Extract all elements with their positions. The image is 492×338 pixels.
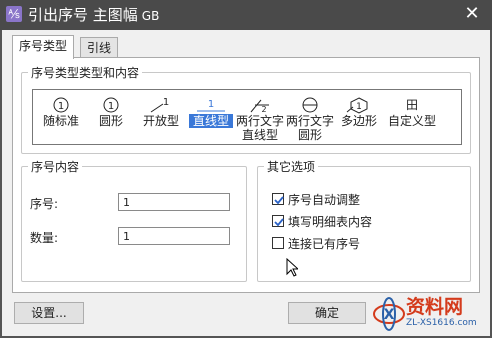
watermark-logo-icon: X bbox=[373, 297, 405, 331]
type-option-label: 随标准 bbox=[42, 114, 79, 128]
serial-number-input[interactable]: 1 bbox=[118, 193, 230, 211]
checkbox-checked-icon bbox=[272, 215, 284, 227]
type-option-line[interactable]: 1 直线型 bbox=[189, 90, 233, 144]
type-option-label: 自定义型 bbox=[387, 114, 436, 128]
watermark-url: ZL-XS1616.com bbox=[406, 318, 477, 328]
type-option-custom[interactable]: 田 自定义型 bbox=[385, 90, 439, 144]
mouse-cursor-icon bbox=[286, 258, 298, 277]
type-option-two-line[interactable]: 2 两行文字 直线型 bbox=[235, 90, 285, 144]
window-title-standard: GB bbox=[141, 9, 160, 23]
serial-type-list: 1 随标准 1 圆形 1 开放型 1 直线型 2 两行文字 直线型 两行文字 圆… bbox=[32, 89, 462, 145]
app-icon: ⅍ bbox=[6, 6, 22, 22]
window-title: 引出序号 主图幅 GB bbox=[28, 5, 159, 26]
svg-text:1: 1 bbox=[58, 101, 64, 112]
type-option-polygon[interactable]: 1 多边形 bbox=[339, 90, 379, 144]
serial-content-group: 序号内容 序号: 1 数量: 1 bbox=[21, 158, 247, 282]
type-option-label: 两行文字 bbox=[235, 114, 284, 128]
circle-symbol-icon: 1 bbox=[53, 97, 69, 113]
type-option-label-2: 直线型 bbox=[241, 128, 278, 142]
checkbox-unchecked-icon bbox=[272, 237, 284, 249]
underline-symbol-icon: 1 bbox=[197, 99, 225, 112]
quantity-input[interactable]: 1 bbox=[118, 227, 230, 245]
serial-type-group: 序号类型类型和内容 1 随标准 1 圆形 1 开放型 1 直线型 2 两行文字 … bbox=[21, 64, 471, 154]
connect-existing-label: 连接已有序号 bbox=[288, 237, 361, 251]
type-option-label-2: 圆形 bbox=[297, 128, 322, 142]
window-title-text: 引出序号 主图幅 bbox=[28, 6, 138, 24]
other-options-group-title: 其它选项 bbox=[264, 158, 319, 175]
settings-button[interactable]: 设置... bbox=[14, 302, 84, 324]
watermark: X 资料网 ZL-XS1616.com bbox=[370, 290, 490, 336]
quantity-label: 数量: bbox=[30, 231, 59, 245]
checkbox-checked-icon bbox=[272, 193, 284, 205]
svg-text:X: X bbox=[384, 307, 395, 323]
type-option-circle[interactable]: 1 圆形 bbox=[93, 90, 129, 144]
dialog-client: 序号类型 引线 序号类型类型和内容 1 随标准 1 圆形 1 开放型 1 直线型… bbox=[2, 30, 490, 336]
tab-leader-label: 引线 bbox=[87, 41, 112, 55]
type-option-label: 两行文字 bbox=[285, 114, 334, 128]
type-option-two-circle[interactable]: 两行文字 圆形 bbox=[285, 90, 335, 144]
fill-bom-label: 填写明细表内容 bbox=[288, 215, 373, 229]
tab-serial-type[interactable]: 序号类型 bbox=[12, 35, 75, 59]
type-option-standard[interactable]: 1 随标准 bbox=[41, 90, 81, 144]
serial-number-label: 序号: bbox=[30, 197, 59, 211]
type-option-label: 开放型 bbox=[142, 114, 179, 128]
close-button[interactable]: ✕ bbox=[462, 4, 482, 24]
svg-text:2: 2 bbox=[261, 105, 266, 114]
svg-text:1: 1 bbox=[356, 102, 362, 112]
tab-leader[interactable]: 引线 bbox=[80, 37, 119, 58]
serial-type-group-title: 序号类型类型和内容 bbox=[28, 64, 143, 81]
tab-serial-type-label: 序号类型 bbox=[19, 39, 68, 53]
polygon-symbol-icon: 1 bbox=[346, 97, 368, 114]
type-option-label: 直线型 bbox=[189, 114, 233, 128]
watermark-text: 资料网 bbox=[406, 296, 464, 318]
divided-circle-symbol-icon bbox=[302, 97, 318, 113]
svg-text:1: 1 bbox=[208, 99, 214, 110]
type-option-open[interactable]: 1 开放型 bbox=[139, 90, 183, 144]
serial-content-group-title: 序号内容 bbox=[28, 158, 83, 175]
svg-text:1: 1 bbox=[163, 97, 169, 108]
type-option-label: 多边形 bbox=[340, 114, 377, 128]
open-leader-symbol-icon: 1 bbox=[150, 97, 169, 113]
tab-panel: 序号类型类型和内容 1 随标准 1 圆形 1 开放型 1 直线型 2 两行文字 … bbox=[12, 57, 480, 293]
close-icon: ✕ bbox=[464, 3, 480, 24]
custom-symbol-icon: 田 bbox=[405, 98, 418, 112]
type-option-label: 圆形 bbox=[98, 114, 123, 128]
svg-text:1: 1 bbox=[108, 101, 114, 112]
title-bar: ⅍ 引出序号 主图幅 GB ✕ bbox=[0, 0, 492, 30]
two-line-symbol-icon: 2 bbox=[250, 99, 269, 114]
circle-symbol-icon: 1 bbox=[103, 97, 119, 113]
auto-adjust-label: 序号自动调整 bbox=[288, 193, 361, 207]
ok-button[interactable]: 确定 bbox=[288, 302, 366, 324]
